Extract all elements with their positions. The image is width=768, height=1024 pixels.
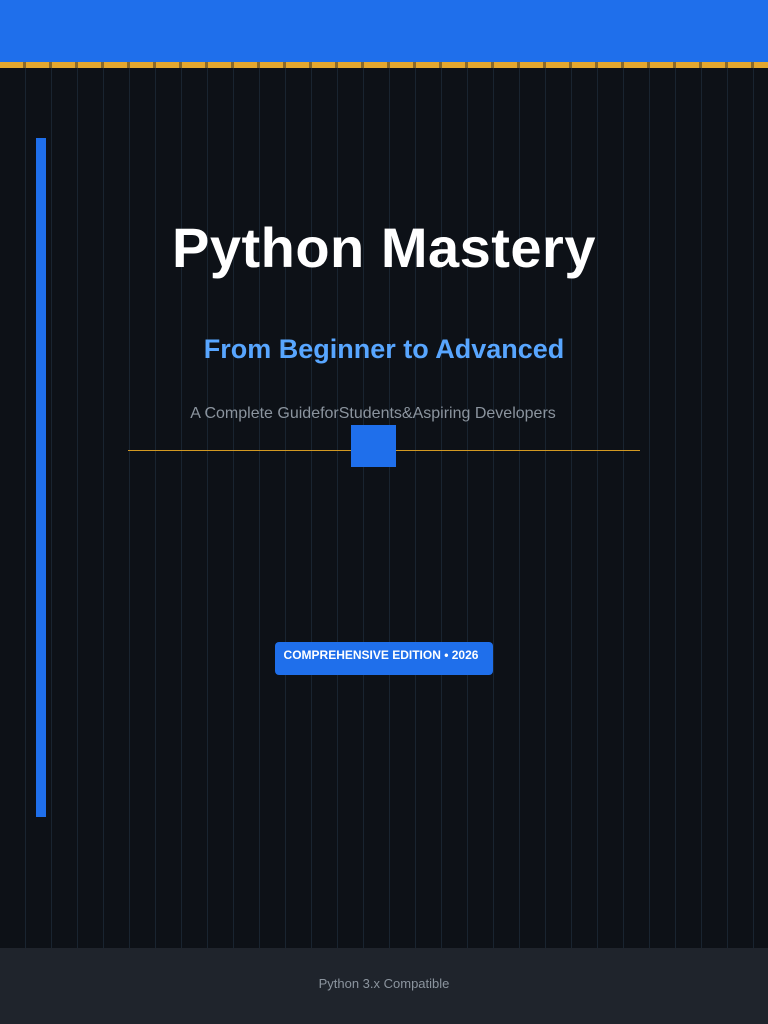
edition-badge: COMPREHENSIVE EDITION • 2026 — [275, 642, 493, 675]
edition-label: COMPREHENSIVE EDITION • 2026 — [283, 648, 479, 662]
compatibility-note: Python 3.x Compatible — [318, 976, 450, 991]
divider-square — [351, 425, 396, 467]
book-title: Python Mastery — [172, 216, 596, 279]
book-tagline: A Complete GuideforStudents&Aspiring Dev… — [190, 405, 556, 422]
background-stripes — [0, 68, 768, 948]
footer-band: Python 3.x Compatible — [0, 948, 768, 1024]
book-subtitle: From Beginner to Advanced — [203, 334, 565, 364]
top-color-band — [0, 0, 768, 62]
